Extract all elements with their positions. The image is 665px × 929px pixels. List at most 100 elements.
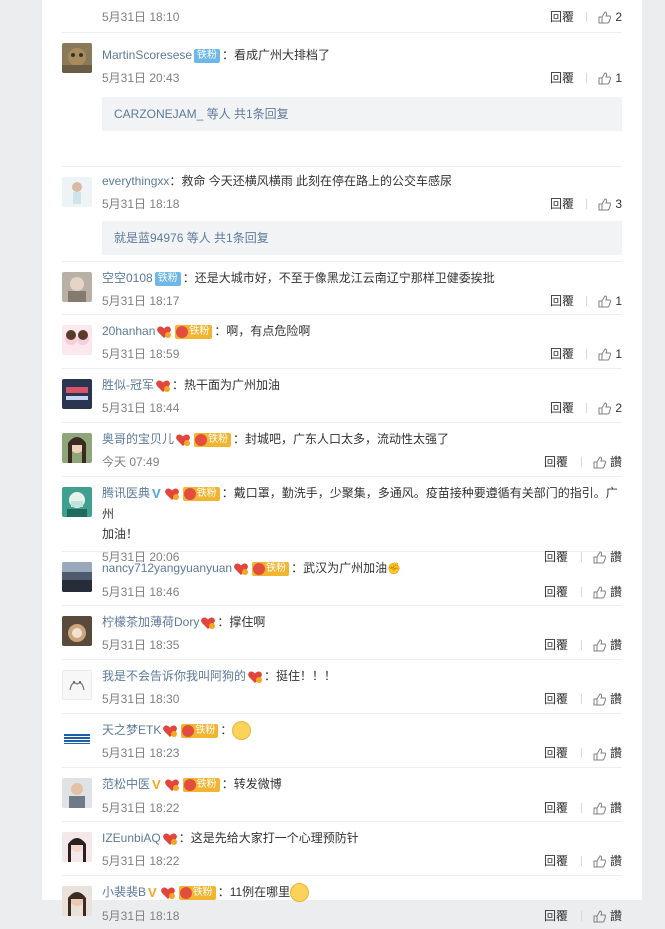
like-button[interactable]: 讚 — [593, 905, 622, 927]
comment-text: IZEunbiAQ ：这是先给大家打一个心理预防针 — [102, 828, 622, 848]
thumbs-up-icon — [598, 402, 612, 415]
comment-item: 我是不会告诉你我叫阿狗的 ：挺住！！！ 5月31日 18:30 回覆 讚 — [62, 660, 622, 714]
comment-time: 5月31日 18:35 — [102, 638, 180, 652]
comment-time: 5月31日 18:22 — [102, 854, 180, 868]
reply-button[interactable]: 回覆 — [544, 634, 568, 656]
fan-heart-icon — [156, 380, 170, 392]
like-button[interactable]: 1 — [598, 343, 622, 365]
like-button[interactable]: 讚 — [593, 451, 622, 473]
avatar[interactable] — [62, 886, 92, 916]
reply-button[interactable]: 回覆 — [550, 193, 574, 215]
avatar[interactable] — [62, 379, 92, 409]
comment-time: 5月31日 18:18 — [102, 908, 180, 923]
reply-button[interactable]: 回覆 — [544, 905, 568, 927]
reply-thread-link[interactable]: 就是蓝94976 等人 共1条回复 — [102, 221, 622, 255]
comment-item: MartinScoresese 铁粉 ：看成广州大排档了 5月31日 20:43 回… — [62, 33, 622, 167]
reply-thread-link[interactable]: CARZONEJAM_ 等人 共1条回复 — [102, 97, 622, 131]
comment-text: 范松中医 V 铁粉 ：转发微博 — [102, 774, 622, 795]
fan-badge-icon — [183, 778, 196, 791]
avatar[interactable] — [62, 616, 92, 646]
username-link[interactable]: 空空0108 — [102, 271, 153, 285]
avatar[interactable] — [62, 487, 92, 517]
fan-badge-label: 铁粉 — [266, 562, 287, 574]
username-link[interactable]: 小裴裴B — [102, 885, 146, 899]
like-button[interactable]: 2 — [598, 6, 622, 28]
username-link[interactable]: 腾讯医典 — [102, 486, 150, 500]
avatar[interactable] — [62, 43, 92, 73]
reply-button[interactable]: 回覆 — [544, 742, 568, 764]
reply-button[interactable]: 回覆 — [550, 343, 574, 365]
avatar[interactable] — [62, 272, 92, 302]
username-link[interactable]: 奥哥的宝贝儿 — [102, 432, 174, 446]
username-link[interactable]: 天之梦ETK — [102, 723, 161, 737]
reply-button[interactable]: 回覆 — [550, 397, 574, 419]
comment-meta: 5月31日 18:18 回覆 3 — [102, 193, 622, 215]
reply-button[interactable]: 回覆 — [550, 6, 574, 28]
like-button[interactable]: 讚 — [593, 688, 622, 710]
divider — [586, 403, 587, 413]
fan-heart-icon — [157, 326, 172, 338]
like-button[interactable]: 1 — [598, 290, 622, 312]
thumbs-up-icon — [593, 802, 606, 815]
thumbs-up-icon — [593, 586, 606, 599]
like-button[interactable]: 讚 — [593, 850, 622, 872]
username-link[interactable]: MartinScoresese — [102, 48, 192, 62]
comment-text: MartinScoresese 铁粉 ：看成广州大排档了 — [102, 45, 622, 65]
fan-badge: 铁粉 — [178, 885, 216, 900]
like-button[interactable]: 讚 — [593, 742, 622, 764]
smile-emoji-icon — [232, 721, 252, 741]
like-count: 讚 — [609, 800, 622, 815]
avatar[interactable] — [62, 433, 92, 463]
comment-body: ：转发微博 — [221, 777, 282, 791]
verified-icon: V — [152, 776, 161, 792]
comment-text: 我是不会告诉你我叫阿狗的 ：挺住！！！ — [102, 666, 622, 686]
comment-item: 空空0108 铁粉 ：还是大城市好，不至于像黑龙江云南辽宁那样卫健委挨批 5月31日… — [62, 262, 622, 315]
reply-button[interactable]: 回覆 — [544, 581, 568, 603]
username-link[interactable]: IZEunbiAQ — [102, 831, 161, 845]
reply-button[interactable]: 回覆 — [544, 451, 568, 473]
avatar[interactable] — [62, 177, 92, 207]
reply-button[interactable]: 回覆 — [544, 688, 568, 710]
thumbs-up-icon — [598, 198, 612, 211]
divider — [586, 296, 587, 306]
avatar[interactable] — [62, 778, 92, 808]
fan-heart-icon — [201, 617, 216, 629]
comment-item: nancy712yangyuanyuan 铁粉 ：武汉为广州加油✊ 5月31日 18… — [62, 552, 622, 606]
like-button[interactable]: 讚 — [593, 797, 622, 819]
like-button[interactable]: 讚 — [593, 634, 622, 656]
comment-item: 20hanhan 铁粉 ：啊，有点危险啊 5月31日 18:59 回覆 1 — [62, 315, 622, 369]
username-link[interactable]: 柠檬茶加薄荷Dory — [102, 615, 199, 629]
like-button[interactable]: 讚 — [593, 581, 622, 603]
like-button[interactable]: 3 — [598, 193, 622, 215]
comment-body: ：还是大城市好，不至于像黑龙江云南辽宁那样卫健委挨批 — [182, 271, 495, 285]
username-link[interactable]: nancy712yangyuanyuan — [102, 561, 232, 575]
username-link[interactable]: everythingxx — [102, 174, 169, 188]
comment-time: 5月31日 18:22 — [102, 800, 180, 815]
thumbs-up-icon — [598, 11, 612, 24]
username-link[interactable]: 我是不会告诉你我叫阿狗的 — [102, 669, 246, 683]
smile-emoji-icon — [290, 883, 310, 903]
avatar[interactable] — [62, 724, 92, 754]
reply-button[interactable]: 回覆 — [544, 850, 568, 872]
comment-body: ：看成广州大排档了 — [222, 48, 331, 62]
comment-item: 小裴裴B V 铁粉 ：11例在哪里 5月31日 18:18 回覆 讚 — [62, 876, 622, 929]
fan-badge-icon — [179, 886, 192, 899]
divider — [581, 587, 582, 597]
fan-badge-label: 铁粉 — [192, 886, 213, 898]
avatar[interactable] — [62, 832, 92, 862]
avatar[interactable] — [62, 325, 92, 355]
username-link[interactable]: 范松中医 — [102, 777, 150, 791]
avatar[interactable] — [62, 562, 92, 592]
like-button[interactable]: 1 — [598, 67, 622, 89]
thumbs-up-icon — [598, 72, 612, 85]
reply-button[interactable]: 回覆 — [544, 797, 568, 819]
like-button[interactable]: 2 — [598, 397, 622, 419]
like-count: 1 — [615, 71, 622, 85]
username-link[interactable]: 胜似-冠军 — [102, 378, 154, 392]
reply-button[interactable]: 回覆 — [550, 290, 574, 312]
reply-button[interactable]: 回覆 — [550, 67, 574, 89]
reply-thread-summary: 等人 共1条回复 — [203, 107, 289, 121]
avatar[interactable] — [62, 670, 92, 700]
username-link[interactable]: 20hanhan — [102, 324, 155, 338]
verified-icon: V — [152, 485, 161, 501]
